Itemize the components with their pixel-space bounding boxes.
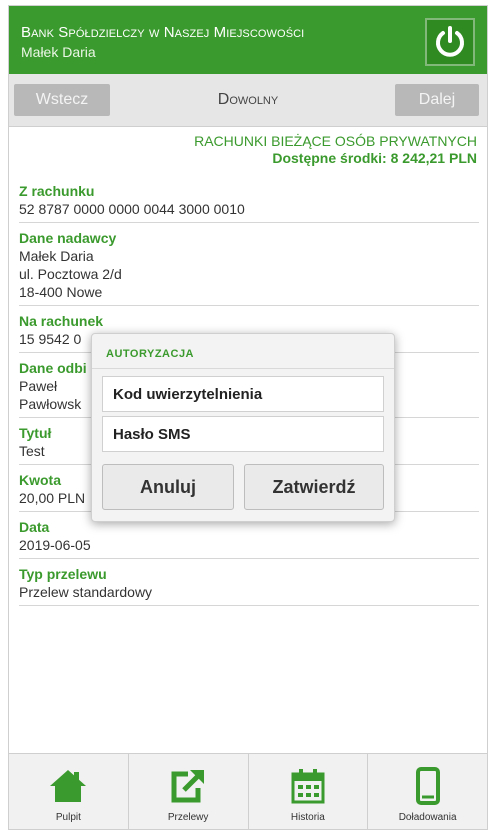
tab-label: Przelewy — [167, 812, 209, 823]
user-name: Małek Daria — [21, 44, 96, 60]
home-icon — [46, 764, 90, 808]
bank-name: Bank Spółdzielczy w Naszej Miejscowości — [21, 24, 305, 41]
field-transfer-type: Typ przelewu Przelew standardowy — [19, 565, 479, 606]
dialog-title: AUTORYZACJA — [106, 348, 195, 360]
calendar-icon — [286, 764, 330, 808]
phone-icon — [406, 764, 450, 808]
app-header: Bank Spółdzielczy w Naszej Miejscowości … — [9, 6, 487, 74]
field-value: 18-400 Nowe — [19, 284, 103, 300]
field-value: ul. Pocztowa 2/d — [19, 266, 122, 282]
confirm-button[interactable]: Zatwierdź — [244, 464, 384, 510]
field-label: Typ przelewu — [19, 566, 107, 582]
auth-code-input[interactable]: Kod uwierzytelnienia — [102, 376, 384, 412]
account-type: RACHUNKI BIEŻĄCE OSÓB PRYWATNYCH — [194, 133, 477, 149]
field-label: Na rachunek — [19, 313, 104, 329]
available-funds: Dostępne środki: 8 242,21 PLN — [272, 150, 477, 166]
field-value: Małek Daria — [19, 248, 94, 264]
field-value: Przelew standardowy — [19, 584, 153, 600]
field-date: Data 2019-06-05 — [19, 518, 479, 559]
cancel-button[interactable]: Anuluj — [102, 464, 234, 510]
app-frame: Bank Spółdzielczy w Naszej Miejscowości … — [8, 5, 488, 830]
bottom-tab-bar: Pulpit Przelewy Historia Doładowania — [9, 753, 487, 829]
tab-historia[interactable]: Historia — [249, 754, 369, 829]
tab-label: Historia — [290, 812, 325, 823]
next-button[interactable]: Dalej — [395, 84, 479, 116]
logout-button[interactable] — [425, 18, 475, 66]
tab-przelewy[interactable]: Przelewy — [129, 754, 249, 829]
authorization-dialog: AUTORYZACJA Kod uwierzytelnienia Hasło S… — [91, 333, 395, 522]
transfer-icon — [166, 764, 210, 808]
sms-password-input[interactable]: Hasło SMS — [102, 416, 384, 452]
tab-doladowania[interactable]: Doładowania — [368, 754, 487, 829]
field-value: 52 8787 0000 0000 0044 3000 0010 — [19, 201, 245, 217]
field-label: Dane nadawcy — [19, 230, 117, 246]
field-value: 2019-06-05 — [19, 537, 91, 553]
tab-label: Pulpit — [55, 812, 81, 823]
tab-pulpit[interactable]: Pulpit — [9, 754, 129, 829]
dialog-divider — [92, 368, 394, 369]
nav-bar: Wstecz Dowolny Dalej — [9, 74, 487, 127]
field-label: Z rachunku — [19, 183, 95, 199]
tab-label: Doładowania — [398, 812, 457, 823]
field-from-account: Z rachunku 52 8787 0000 0000 0044 3000 0… — [19, 182, 479, 223]
power-icon — [436, 26, 464, 57]
field-sender: Dane nadawcy Małek Daria ul. Pocztowa 2/… — [19, 229, 479, 306]
